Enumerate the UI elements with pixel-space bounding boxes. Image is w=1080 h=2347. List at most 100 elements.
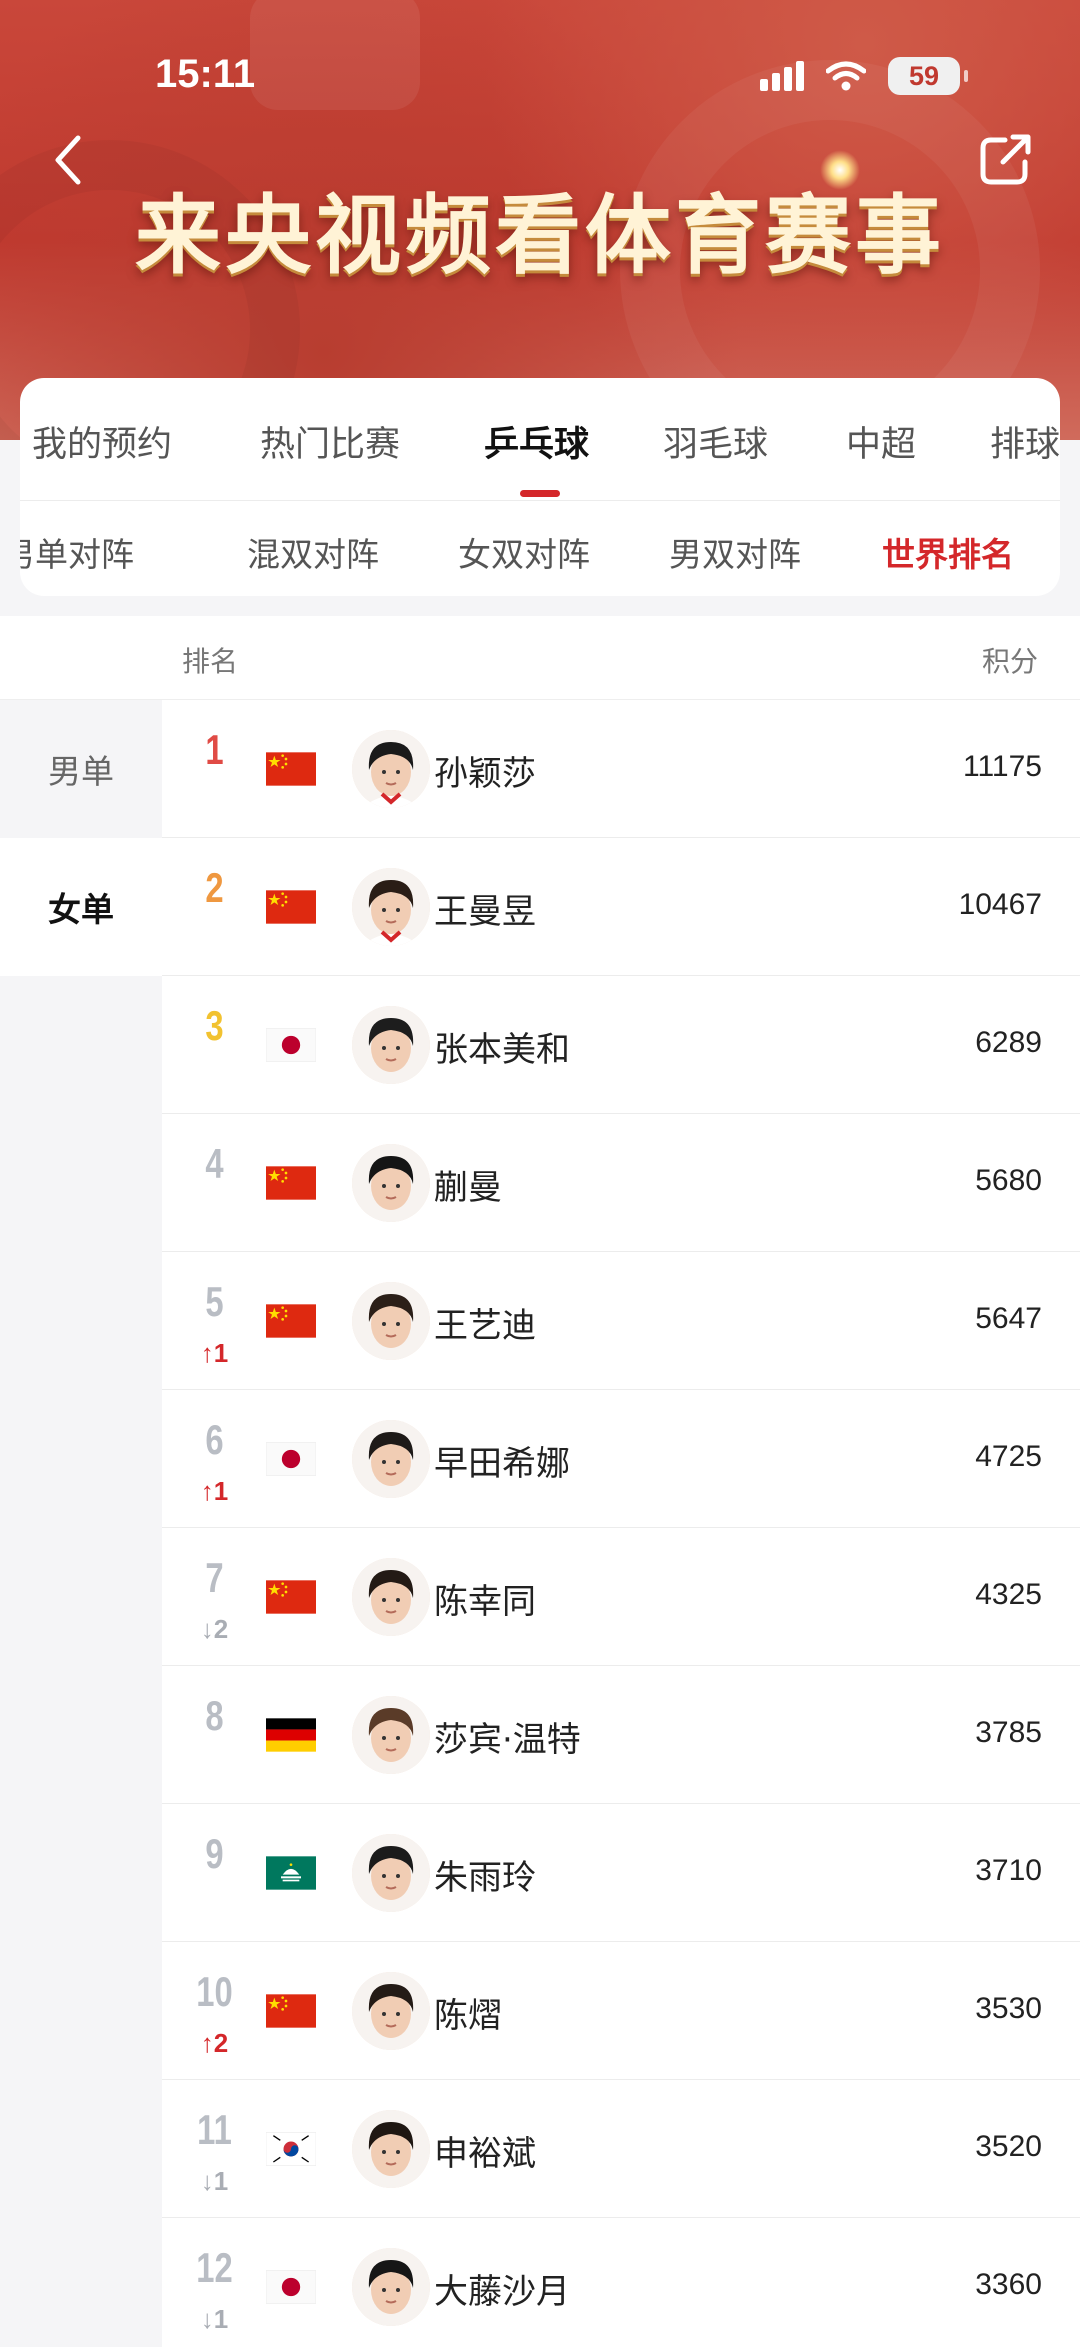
flag-icon: [266, 1442, 316, 1476]
avatar: [352, 868, 430, 946]
ranking-row[interactable]: 7 ↓2 陈幸同 4325: [162, 1528, 1080, 1666]
ranking-row[interactable]: 3 张本美和 6289: [162, 976, 1080, 1114]
header-banner: 15:11 59 来央视频看体育赛事: [0, 0, 1080, 440]
player-name: 大藤沙月: [434, 2272, 570, 2312]
rank-number: 10: [196, 1968, 233, 2015]
tab-my-reservations[interactable]: 我的预约: [32, 416, 172, 467]
tab-badminton[interactable]: 羽毛球: [663, 416, 768, 467]
tabs-card: 我的预约 热门比赛 乒乓球 羽毛球 中超 排球 男单对阵 混双对阵 女双对阵 男…: [20, 378, 1060, 596]
ranking-row[interactable]: 10 ↑2 陈熠 3530: [162, 1942, 1080, 2080]
player-name: 孙颖莎: [434, 754, 536, 794]
player-name: 张本美和: [434, 1030, 570, 1070]
ranking-row[interactable]: 12 ↓1 大藤沙月 3360: [162, 2218, 1080, 2347]
ranking-row[interactable]: 6 ↑1 早田希娜 4725: [162, 1390, 1080, 1528]
player-name: 王曼昱: [434, 892, 536, 932]
rank-change: ↓2: [200, 1614, 229, 1644]
flag-icon: [266, 1166, 316, 1200]
wifi-icon: [826, 61, 866, 91]
flag-icon: [266, 2270, 316, 2304]
flag-icon: [266, 752, 316, 786]
avatar: [352, 1006, 430, 1084]
player-name: 王艺迪: [434, 1306, 536, 1346]
player-name: 申裕斌: [434, 2134, 536, 2174]
avatar: [352, 730, 430, 808]
flag-icon: [266, 890, 316, 924]
avatar: [352, 1420, 430, 1498]
status-time: 15:11: [155, 52, 256, 96]
category-womens-singles[interactable]: 女单: [0, 838, 162, 976]
avatar: [352, 1558, 430, 1636]
subtab-world-ranking[interactable]: 世界排名: [882, 528, 1014, 576]
flag-icon: [266, 1994, 316, 2028]
flag-icon: [266, 1718, 316, 1752]
ranking-row[interactable]: 9 朱雨玲 3710: [162, 1804, 1080, 1942]
rank-number: 3: [205, 1002, 224, 1049]
flag-icon: [266, 1856, 316, 1890]
rank-number: 6: [205, 1416, 224, 1463]
rank-change: ↓1: [200, 2166, 229, 2196]
rank-number: 1: [205, 726, 224, 773]
player-points: 11175: [963, 750, 1042, 783]
ranking-row[interactable]: 11 ↓1 申裕斌 3520: [162, 2080, 1080, 2218]
rank-change: ↑1: [200, 1338, 229, 1368]
rank-number: 8: [205, 1692, 224, 1739]
player-points: 5647: [975, 1302, 1042, 1335]
avatar: [352, 1282, 430, 1360]
active-tab-indicator: [520, 490, 560, 497]
flag-icon: [266, 1028, 316, 1062]
subtab-mixed-doubles-draw[interactable]: 混双对阵: [247, 528, 379, 576]
flag-icon: [266, 2132, 316, 2166]
tab-volleyball[interactable]: 排球: [990, 416, 1060, 467]
banner-title: 来央视频看体育赛事: [135, 185, 945, 286]
avatar: [352, 1144, 430, 1222]
player-name: 陈熠: [434, 1996, 502, 2036]
player-name: 蒯曼: [434, 1168, 502, 1208]
player-name: 陈幸同: [434, 1582, 536, 1622]
ranking-row[interactable]: 4 蒯曼 5680: [162, 1114, 1080, 1252]
tab-hot-matches[interactable]: 热门比赛: [260, 416, 400, 467]
rank-change: ↑1: [200, 1476, 229, 1506]
player-points: 5680: [975, 1164, 1042, 1197]
battery-indicator: 59: [888, 57, 968, 95]
ranking-list-header: 排名 积分: [0, 616, 1080, 700]
player-points: 6289: [975, 1026, 1042, 1059]
player-name: 莎宾·温特: [434, 1720, 581, 1760]
ranking-row[interactable]: 1 孙颖莎 11175: [162, 700, 1080, 838]
subtab-mens-singles-draw[interactable]: 男单对阵: [20, 528, 134, 576]
divider: [20, 500, 1060, 501]
subtab-womens-doubles-draw[interactable]: 女双对阵: [458, 528, 590, 576]
tab-csl[interactable]: 中超: [846, 416, 916, 467]
category-mens-singles[interactable]: 男单: [0, 700, 162, 838]
avatar: [352, 1834, 430, 1912]
avatar: [352, 2248, 430, 2326]
category-sidebar: 男单 女单: [0, 700, 162, 2347]
player-points: 4325: [975, 1578, 1042, 1611]
subtab-mens-doubles-draw[interactable]: 男双对阵: [669, 528, 801, 576]
ranking-row[interactable]: 2 王曼昱 10467: [162, 838, 1080, 976]
player-points: 3710: [975, 1854, 1042, 1887]
player-points: 3520: [975, 2130, 1042, 2163]
rank-change: ↑2: [200, 2028, 229, 2058]
avatar: [352, 2110, 430, 2188]
player-points: 10467: [958, 888, 1042, 921]
tab-table-tennis[interactable]: 乒乓球: [484, 416, 589, 467]
column-header-rank: 排名: [182, 645, 239, 678]
ranking-row[interactable]: 8 莎宾·温特 3785: [162, 1666, 1080, 1804]
flag-icon: [266, 1304, 316, 1338]
player-points: 4725: [975, 1440, 1042, 1473]
status-icons: 59: [760, 56, 968, 96]
rank-change: ↓1: [200, 2304, 229, 2334]
ranking-row[interactable]: 5 ↑1 王艺迪 5647: [162, 1252, 1080, 1390]
rank-number: 11: [197, 2106, 232, 2153]
flag-icon: [266, 1580, 316, 1614]
rank-number: 5: [205, 1278, 224, 1325]
rank-number: 12: [196, 2244, 233, 2291]
player-points: 3360: [975, 2268, 1042, 2301]
player-name: 朱雨玲: [434, 1858, 536, 1898]
avatar: [352, 1972, 430, 2050]
player-points: 3785: [975, 1716, 1042, 1749]
rank-number: 7: [205, 1554, 224, 1601]
rank-number: 4: [205, 1140, 224, 1187]
player-points: 3530: [975, 1992, 1042, 2025]
column-header-points: 积分: [982, 645, 1039, 678]
